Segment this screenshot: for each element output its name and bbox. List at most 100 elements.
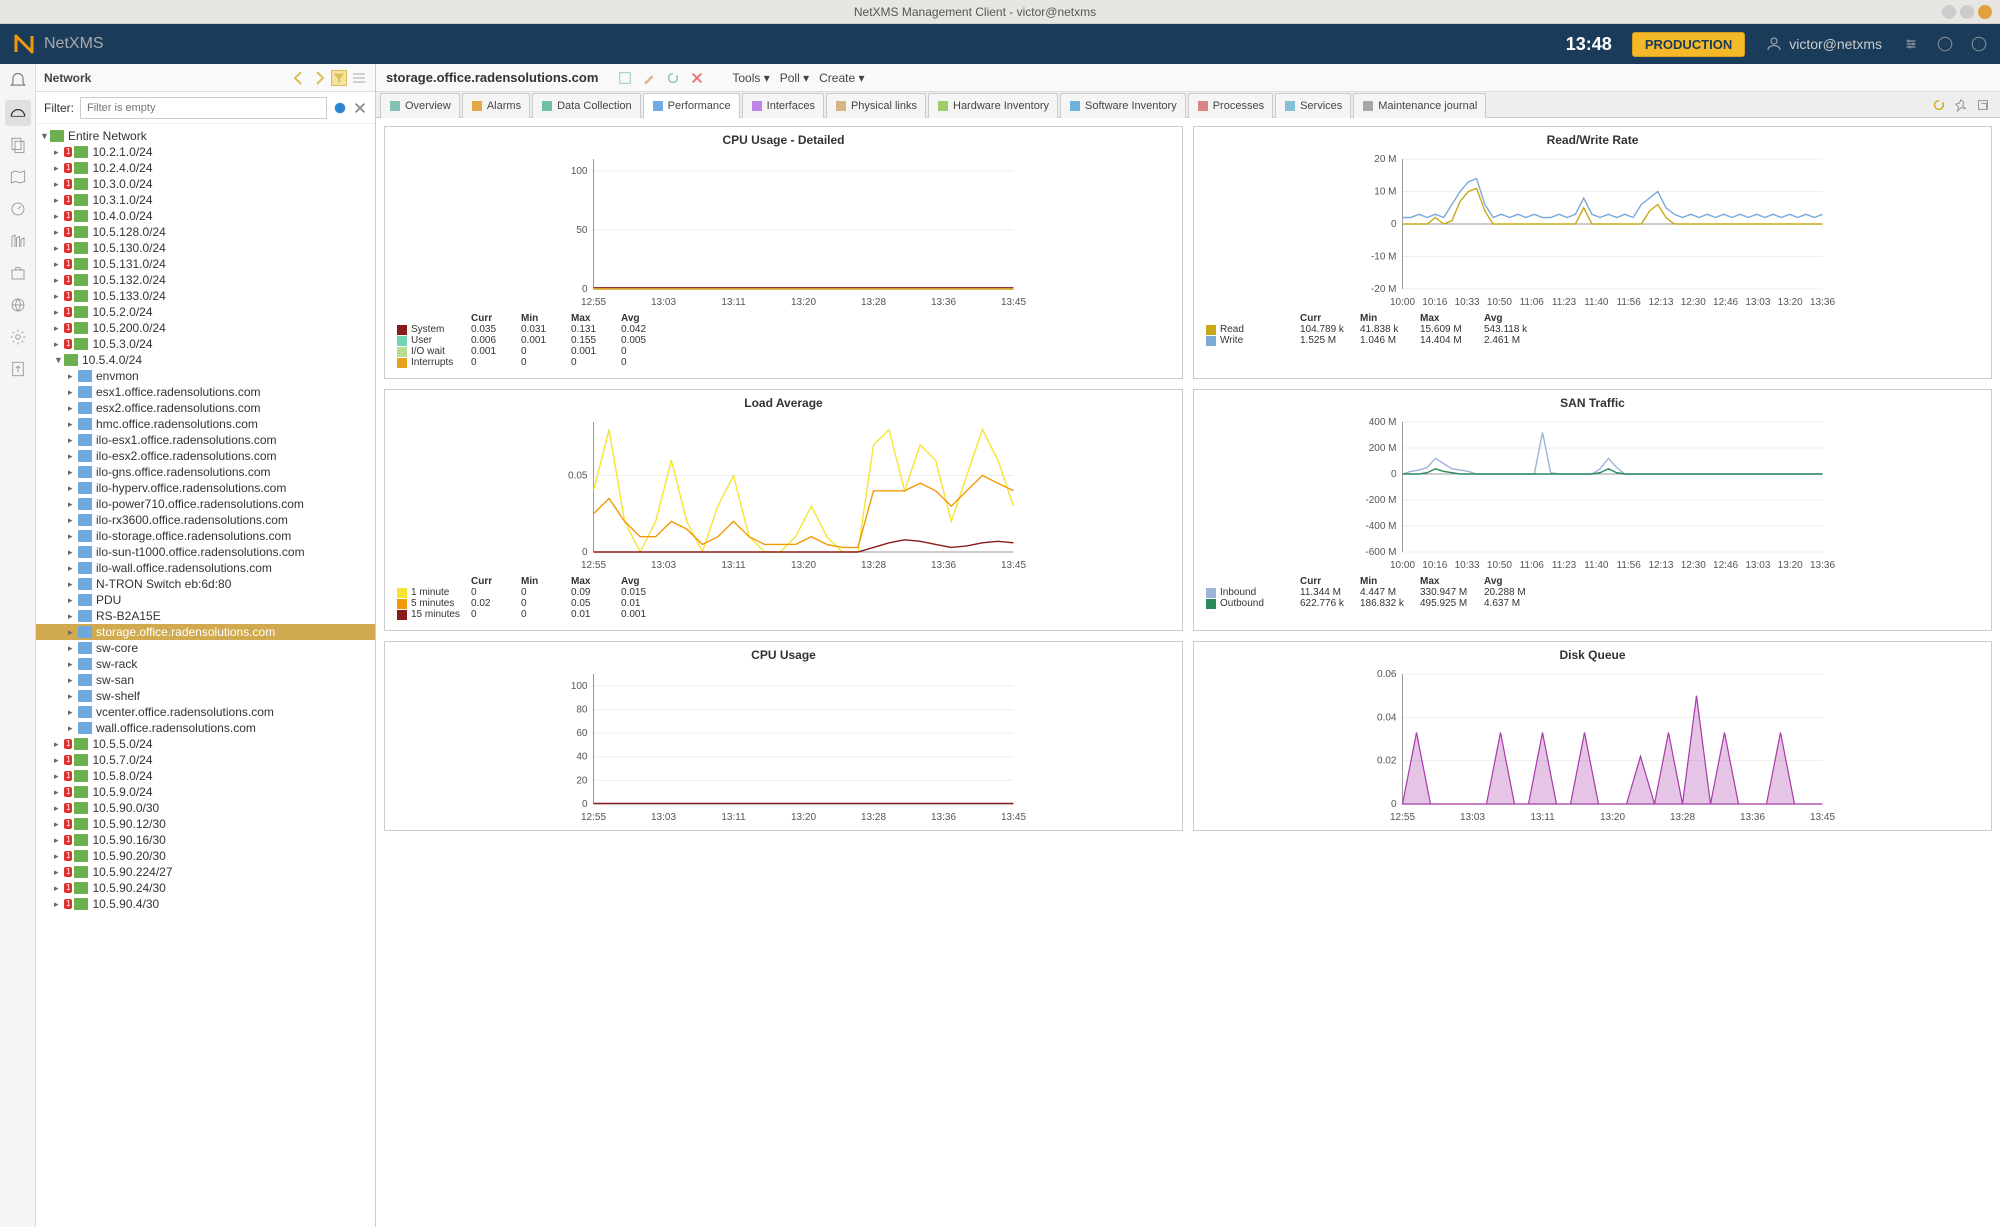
tree-item[interactable]: ▸ilo-sun-t1000.office.radensolutions.com bbox=[36, 544, 375, 560]
tree-item[interactable]: ▸110.5.2.0/24 bbox=[36, 304, 375, 320]
dashboard-perspective[interactable] bbox=[5, 196, 31, 222]
config-perspective[interactable] bbox=[5, 324, 31, 350]
tree-item[interactable]: ▸110.5.8.0/24 bbox=[36, 768, 375, 784]
filter-info-icon[interactable]: i bbox=[333, 101, 347, 115]
chart-legend: CurrMinMaxAvgSystem0.0350.0310.1310.042U… bbox=[385, 309, 1182, 372]
tree-item[interactable]: ▸110.4.0.0/24 bbox=[36, 208, 375, 224]
svg-text:13:20: 13:20 bbox=[791, 297, 816, 308]
tree-item[interactable]: ▸110.5.133.0/24 bbox=[36, 288, 375, 304]
tree-item[interactable]: ▸110.3.1.0/24 bbox=[36, 192, 375, 208]
filter-input[interactable] bbox=[80, 97, 327, 119]
tree-item[interactable]: ▸110.5.200.0/24 bbox=[36, 320, 375, 336]
filter-clear-icon[interactable] bbox=[353, 101, 367, 115]
tree-item[interactable]: ▸sw-rack bbox=[36, 656, 375, 672]
tree-item[interactable]: ▸110.5.7.0/24 bbox=[36, 752, 375, 768]
tree-item[interactable]: ▸sw-san bbox=[36, 672, 375, 688]
tree-item[interactable]: ▸ilo-gns.office.radensolutions.com bbox=[36, 464, 375, 480]
tree-item[interactable]: ▸110.5.90.20/30 bbox=[36, 848, 375, 864]
tree-item[interactable]: ▸ilo-hyperv.office.radensolutions.com bbox=[36, 480, 375, 496]
tree-item[interactable]: ▸sw-shelf bbox=[36, 688, 375, 704]
tree-item[interactable]: ▸vcenter.office.radensolutions.com bbox=[36, 704, 375, 720]
create-menu[interactable]: Create ▾ bbox=[819, 71, 864, 85]
tools-menu[interactable]: Tools ▾ bbox=[732, 71, 769, 85]
forward-icon[interactable] bbox=[311, 70, 327, 86]
chart-title: Load Average bbox=[385, 390, 1182, 412]
tree-item[interactable]: ▸110.5.130.0/24 bbox=[36, 240, 375, 256]
tree-item[interactable]: ▸110.5.9.0/24 bbox=[36, 784, 375, 800]
tab-services[interactable]: Services bbox=[1275, 93, 1351, 118]
tab-overview[interactable]: Overview bbox=[380, 93, 460, 118]
filter-icon[interactable] bbox=[331, 70, 347, 86]
tree-item[interactable]: ▸ilo-rx3600.office.radensolutions.com bbox=[36, 512, 375, 528]
edit-icon[interactable] bbox=[642, 71, 656, 85]
tab-performance[interactable]: Performance bbox=[643, 93, 740, 118]
properties-icon[interactable] bbox=[618, 71, 632, 85]
tree-item[interactable]: ▼Entire Network bbox=[36, 128, 375, 144]
templates-perspective[interactable] bbox=[5, 132, 31, 158]
tree-item[interactable]: ▸sw-core bbox=[36, 640, 375, 656]
tree-item[interactable]: ▸110.2.1.0/24 bbox=[36, 144, 375, 160]
object-tree[interactable]: ▼Entire Network▸110.2.1.0/24▸110.2.4.0/2… bbox=[36, 124, 375, 1227]
tab-software-inventory[interactable]: Software Inventory bbox=[1060, 93, 1186, 118]
tree-item[interactable]: ▸110.5.90.12/30 bbox=[36, 816, 375, 832]
tree-item[interactable]: ▸110.5.90.16/30 bbox=[36, 832, 375, 848]
poll-menu[interactable]: Poll ▾ bbox=[780, 71, 809, 85]
tree-item[interactable]: ▸hmc.office.radensolutions.com bbox=[36, 416, 375, 432]
tab-refresh-icon[interactable] bbox=[1932, 98, 1946, 112]
tree-item[interactable]: ▸esx2.office.radensolutions.com bbox=[36, 400, 375, 416]
world-perspective[interactable] bbox=[5, 292, 31, 318]
tab-processes[interactable]: Processes bbox=[1188, 93, 1273, 118]
info-icon[interactable]: i bbox=[1970, 35, 1988, 53]
tree-item[interactable]: ▸110.2.4.0/24 bbox=[36, 160, 375, 176]
tree-item[interactable]: ▸110.5.131.0/24 bbox=[36, 256, 375, 272]
reports-perspective[interactable] bbox=[5, 228, 31, 254]
alarms-perspective[interactable] bbox=[5, 68, 31, 94]
tree-item[interactable]: ▸110.5.90.24/30 bbox=[36, 880, 375, 896]
user-area[interactable]: victor@netxms bbox=[1765, 35, 1882, 53]
tree-item[interactable]: ▸PDU bbox=[36, 592, 375, 608]
tree-item[interactable]: ▸ilo-esx1.office.radensolutions.com bbox=[36, 432, 375, 448]
svg-text:11:23: 11:23 bbox=[1552, 560, 1577, 571]
maximize-button[interactable] bbox=[1960, 5, 1974, 19]
tree-item[interactable]: ▸wall.office.radensolutions.com bbox=[36, 720, 375, 736]
tree-item[interactable]: ▼10.5.4.0/24 bbox=[36, 352, 375, 368]
refresh-icon[interactable] bbox=[666, 71, 680, 85]
tab-hardware-inventory[interactable]: Hardware Inventory bbox=[928, 93, 1058, 118]
tree-item[interactable]: ▸ilo-wall.office.radensolutions.com bbox=[36, 560, 375, 576]
back-icon[interactable] bbox=[291, 70, 307, 86]
tab-interfaces[interactable]: Interfaces bbox=[742, 93, 824, 118]
help-icon[interactable]: ? bbox=[1936, 35, 1954, 53]
tree-item[interactable]: ▸ilo-power710.office.radensolutions.com bbox=[36, 496, 375, 512]
tree-item[interactable]: ▸storage.office.radensolutions.com bbox=[36, 624, 375, 640]
svg-text:80: 80 bbox=[576, 704, 588, 715]
tree-item[interactable]: ▸110.5.90.224/27 bbox=[36, 864, 375, 880]
tree-item[interactable]: ▸esx1.office.radensolutions.com bbox=[36, 384, 375, 400]
minimize-button[interactable] bbox=[1942, 5, 1956, 19]
tab-data-collection[interactable]: Data Collection bbox=[532, 93, 641, 118]
settings-icon[interactable] bbox=[1902, 35, 1920, 53]
tab-physical-links[interactable]: Physical links bbox=[826, 93, 926, 118]
tree-item[interactable]: ▸110.5.132.0/24 bbox=[36, 272, 375, 288]
close-button[interactable] bbox=[1978, 5, 1992, 19]
tab-maintenance-journal[interactable]: Maintenance journal bbox=[1353, 93, 1486, 118]
network-perspective[interactable] bbox=[5, 100, 31, 126]
tree-item[interactable]: ▸N-TRON Switch eb:6d:80 bbox=[36, 576, 375, 592]
business-perspective[interactable] bbox=[5, 260, 31, 286]
tree-item[interactable]: ▸110.5.5.0/24 bbox=[36, 736, 375, 752]
tree-item[interactable]: ▸ilo-esx2.office.radensolutions.com bbox=[36, 448, 375, 464]
tree-item[interactable]: ▸110.5.90.0/30 bbox=[36, 800, 375, 816]
pin-icon[interactable] bbox=[1954, 98, 1968, 112]
popout-icon[interactable] bbox=[1976, 98, 1990, 112]
delete-icon[interactable] bbox=[690, 71, 704, 85]
tree-item[interactable]: ▸110.5.3.0/24 bbox=[36, 336, 375, 352]
tree-item[interactable]: ▸RS-B2A15E bbox=[36, 608, 375, 624]
maps-perspective[interactable] bbox=[5, 164, 31, 190]
menu-icon[interactable] bbox=[351, 70, 367, 86]
export-perspective[interactable] bbox=[5, 356, 31, 382]
tree-item[interactable]: ▸110.5.128.0/24 bbox=[36, 224, 375, 240]
tree-item[interactable]: ▸110.3.0.0/24 bbox=[36, 176, 375, 192]
tab-alarms[interactable]: Alarms bbox=[462, 93, 530, 118]
tree-item[interactable]: ▸110.5.90.4/30 bbox=[36, 896, 375, 912]
tree-item[interactable]: ▸ilo-storage.office.radensolutions.com bbox=[36, 528, 375, 544]
tree-item[interactable]: ▸envmon bbox=[36, 368, 375, 384]
